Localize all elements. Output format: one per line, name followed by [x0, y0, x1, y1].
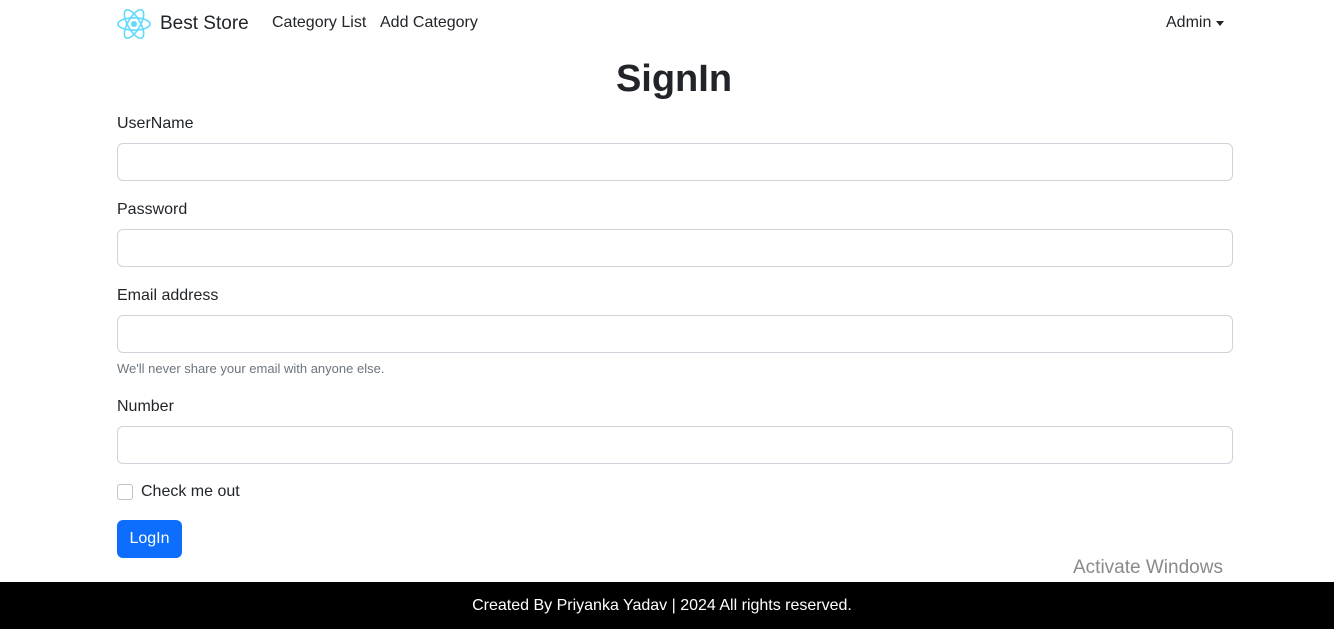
page-title: SignIn [615, 58, 733, 100]
number-input[interactable] [117, 426, 1233, 464]
email-help-text: We'll never share your email with anyone… [117, 361, 385, 376]
react-atom-icon [117, 9, 151, 39]
footer: Created By Priyanka Yadav | 2024 All rig… [0, 582, 1334, 629]
brand-link[interactable]: Best Store [116, 7, 249, 41]
footer-text: Created By Priyanka Yadav | 2024 All rig… [472, 596, 852, 614]
watermark-title: Activate Windows [1073, 557, 1223, 578]
check-me-out-label: Check me out [141, 483, 240, 500]
admin-dropdown-label: Admin [1166, 14, 1212, 31]
password-input[interactable] [117, 229, 1233, 267]
check-me-out-checkbox[interactable] [117, 484, 133, 500]
brand-name: Best Store [160, 13, 249, 34]
password-label: Password [117, 201, 188, 218]
username-input[interactable] [117, 143, 1233, 181]
caret-down-icon [1216, 21, 1225, 26]
navbar: Best Store Category List Add Category Ad… [0, 0, 1334, 48]
username-label: UserName [117, 115, 194, 132]
nav-link-category-list[interactable]: Category List [272, 14, 366, 32]
email-input[interactable] [117, 315, 1233, 353]
email-label: Email address [117, 287, 219, 304]
admin-dropdown-toggle[interactable]: Admin [1166, 14, 1225, 32]
number-label: Number [117, 398, 174, 415]
nav-link-add-category[interactable]: Add Category [380, 14, 478, 32]
check-me-out-row[interactable]: Check me out [117, 483, 240, 501]
login-button[interactable]: LogIn [117, 520, 182, 558]
